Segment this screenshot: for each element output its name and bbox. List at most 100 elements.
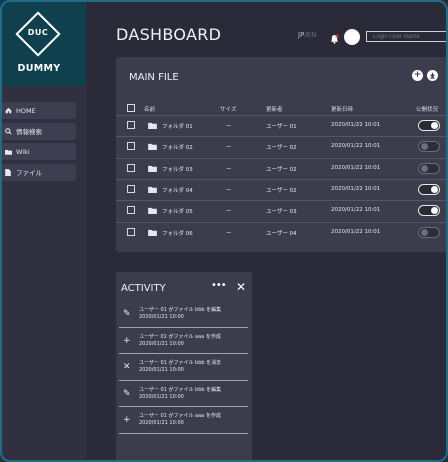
table-row[interactable]: フォルダ 02 ー ユーザー 02 2020/01/22 10:01 (116, 136, 448, 157)
toggle-knob (421, 164, 428, 172)
avatar[interactable] (344, 29, 360, 45)
language-switch[interactable]: JP/EN (298, 31, 316, 39)
public-toggle[interactable] (418, 120, 440, 131)
file-size: ー (226, 124, 232, 130)
file-updated: 2020/01/22 10:01 (331, 122, 381, 128)
file-size: ー (226, 230, 232, 237)
select-all-checkbox[interactable] (127, 104, 135, 112)
activity-item[interactable]: ✎ ユーザー 01 がファイル bbb を編集 2020/01/21 10:00 (119, 381, 248, 407)
row-checkbox[interactable] (127, 121, 135, 129)
activity-message: ユーザー 01 がファイル bbb を編集 (139, 307, 222, 313)
file-updated: 2020/01/22 10:01 (331, 164, 381, 171)
activity-text: ユーザー 01 がファイル bbb を編集 2020/01/21 10:00 (139, 387, 221, 401)
row-checkbox[interactable] (127, 184, 135, 193)
column-updated: 更新日時 (331, 107, 354, 113)
folder-icon (148, 165, 157, 174)
sidebar-item-label: ファイル (16, 169, 42, 177)
sidebar-item-search[interactable]: 情報検索 (0, 122, 76, 140)
folder-icon (2, 149, 14, 155)
bell-icon[interactable] (330, 29, 339, 48)
file-updated: 2020/01/22 10:01 (331, 143, 381, 150)
activity-text: ユーザー 01 がファイル bbb を編集 2020/01/21 10:00 (139, 307, 221, 321)
activity-title: ACTIVITY (121, 283, 166, 294)
row-checkbox[interactable] (127, 142, 135, 151)
file-updated: 2020/01/22 10:01 (331, 207, 381, 214)
sidebar: DUC DUMMY HOME 情報検索 Wiki ファイル (0, 0, 86, 462)
close-icon[interactable]: ✕ (236, 280, 246, 294)
logo[interactable]: DUC DUMMY (0, 0, 86, 86)
activity-item[interactable]: ✎ ユーザー 01 がファイル bbb を編集 2020/01/21 10:00 (119, 301, 248, 328)
table-row[interactable]: フォルダ 06 ー ユーザー 04 2020/01/22 10:01 (116, 221, 448, 243)
activity-message: ユーザー 01 がファイル aaa を作成 (139, 413, 221, 419)
panel-actions: + (412, 70, 438, 81)
activity-text: ユーザー 01 がファイル aaa を作成 2020/01/21 10:00 (139, 334, 221, 348)
page-title: DASHBOARD (116, 25, 222, 44)
file-name[interactable]: フォルダ 05 (162, 207, 193, 215)
file-size: ー (226, 166, 232, 173)
activity-item[interactable]: + ユーザー 01 がファイル aaa を作成 2020/01/21 10:00 (119, 328, 248, 354)
lang-en[interactable]: EN (307, 31, 317, 39)
logo-mark: DUC (27, 28, 49, 37)
folder-icon (148, 229, 157, 238)
public-toggle[interactable] (418, 141, 440, 153)
file-updater: ユーザー 04 (266, 230, 297, 237)
delete-icon: ✕ (123, 362, 131, 372)
file-name[interactable]: フォルダ 03 (162, 165, 193, 173)
file-name[interactable]: フォルダ 01 (162, 122, 193, 130)
file-updater: ユーザー 02 (266, 166, 297, 173)
folder-icon (148, 186, 157, 195)
main-file-panel: MAIN FILE + 名前 サイズ 更新者 更新日時 公開状況 フォルダ 01… (116, 57, 448, 252)
column-updater: 更新者 (266, 107, 283, 113)
activity-panel: ACTIVITY ••• ✕ ✎ ユーザー 01 がファイル bbb を編集 202… (116, 272, 252, 462)
file-updater: ユーザー 02 (266, 145, 297, 152)
sidebar-item-label: HOME (16, 106, 36, 115)
more-icon[interactable]: ••• (211, 280, 227, 291)
public-toggle[interactable] (418, 226, 440, 238)
table-row[interactable]: フォルダ 01 ー ユーザー 01 2020/01/22 10:01 (116, 115, 448, 136)
login-user-name-input[interactable] (366, 31, 448, 42)
column-public: 公開状況 (416, 107, 439, 113)
row-checkbox[interactable] (127, 163, 135, 172)
table-row[interactable]: フォルダ 05 ー ユーザー 03 2020/01/22 10:01 (116, 200, 448, 221)
toggle-knob (421, 228, 428, 236)
download-icon[interactable] (427, 70, 438, 81)
sidebar-item-file[interactable]: ファイル (0, 163, 76, 181)
public-toggle[interactable] (418, 162, 440, 174)
file-updater: ユーザー 02 (266, 187, 297, 194)
activity-time: 2020/01/21 10:00 (139, 340, 184, 347)
activity-time: 2020/01/21 10:00 (139, 367, 184, 373)
file-name[interactable]: フォルダ 02 (162, 143, 193, 151)
activity-time: 2020/01/21 10:00 (139, 393, 184, 400)
activity-time: 2020/01/21 10:00 (139, 420, 184, 426)
panel-title: MAIN FILE (129, 72, 179, 83)
table-row[interactable]: フォルダ 04 ー ユーザー 02 2020/01/22 10:01 (116, 178, 448, 200)
sidebar-item-label: 情報検索 (16, 128, 42, 136)
activity-message: ユーザー 01 がファイル bbb を消去 (139, 360, 222, 366)
toggle-knob (431, 207, 438, 215)
row-checkbox[interactable] (127, 206, 135, 215)
row-checkbox[interactable] (127, 227, 135, 236)
activity-item[interactable]: ✕ ユーザー 01 がファイル bbb を消去 2020/01/21 10:00 (119, 354, 248, 381)
table-row[interactable]: フォルダ 03 ー ユーザー 02 2020/01/22 10:01 (116, 157, 448, 179)
file-size: ー (226, 209, 232, 216)
pencil-icon: ✎ (123, 309, 131, 319)
file-updater: ユーザー 03 (266, 209, 297, 216)
sidebar-item-home[interactable]: HOME (0, 102, 76, 119)
public-toggle[interactable] (418, 183, 440, 195)
sidebar-item-wiki[interactable]: Wiki (0, 143, 76, 160)
pencil-icon: ✎ (123, 388, 131, 399)
public-toggle[interactable] (418, 205, 440, 217)
table-header: 名前 サイズ 更新者 更新日時 公開状況 (116, 101, 448, 115)
activity-text: ユーザー 01 がファイル bbb を消去 2020/01/21 10:00 (139, 360, 221, 374)
add-icon[interactable]: + (412, 70, 423, 81)
plus-icon: + (123, 335, 131, 346)
home-icon (2, 107, 14, 114)
file-size: ー (226, 145, 232, 152)
activity-text: ユーザー 01 がファイル aaa を作成 2020/01/21 10:00 (139, 413, 221, 427)
file-name[interactable]: フォルダ 04 (162, 186, 193, 194)
activity-item[interactable]: + ユーザー 01 がファイル aaa を作成 2020/01/21 10:00 (119, 407, 248, 434)
logo-text: DUMMY (17, 63, 61, 74)
sidebar-item-label: Wiki (16, 147, 30, 156)
folder-icon (148, 143, 157, 152)
file-name[interactable]: フォルダ 06 (162, 229, 193, 237)
